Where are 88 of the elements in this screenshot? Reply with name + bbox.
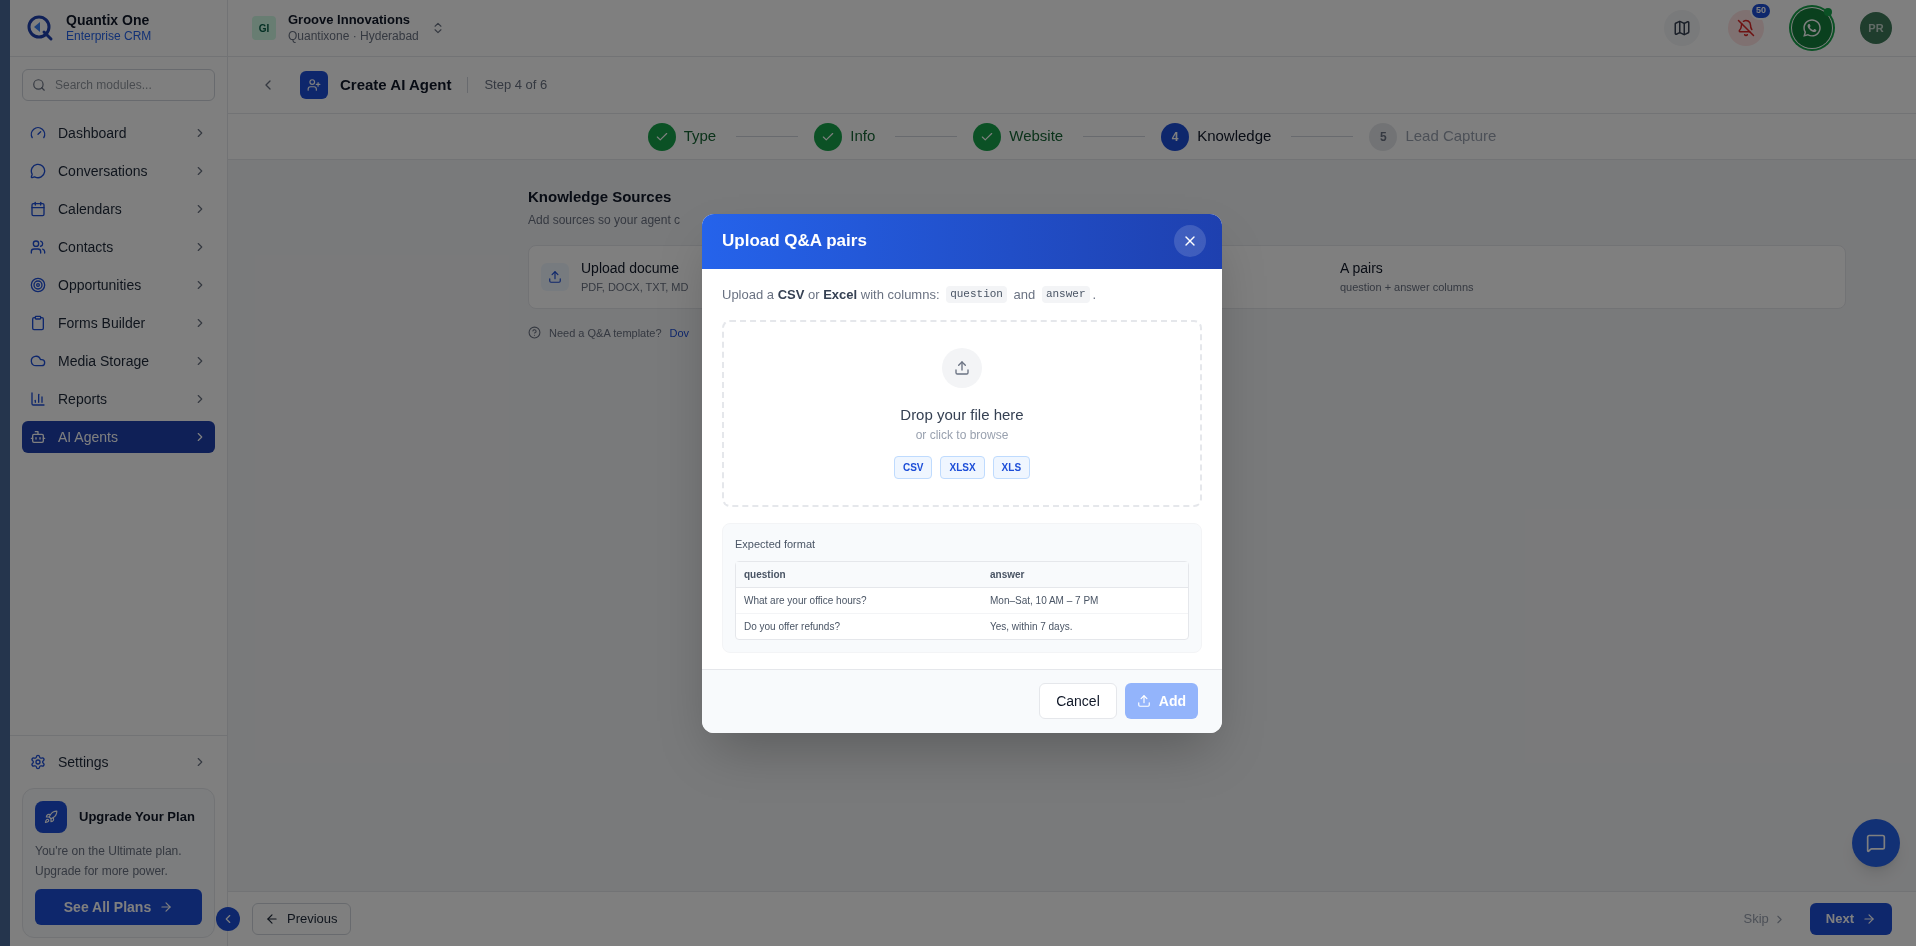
step-done-icon (973, 122, 1002, 151)
instruction-text: Upload a CSV or Excel with columns: (722, 285, 941, 304)
dialog-title: Upload Q&A pairs (722, 230, 867, 253)
table-cell-text: Do you offer refunds? (743, 619, 841, 634)
settings-icon (30, 754, 46, 770)
card-text: PDF, DOCX, TXT, MD (581, 279, 689, 295)
format-tag: XLS (992, 456, 1031, 480)
search-field[interactable]: Search modules... (22, 69, 215, 101)
format-tag: CSV (893, 456, 933, 480)
calendar-icon (30, 201, 46, 217)
sidebar-item[interactable]: Reports (22, 383, 215, 415)
agent-icon (300, 71, 328, 99)
previous-button[interactable]: Previous (252, 903, 351, 935)
step-counter: Step 4 of 6 (484, 76, 548, 95)
next-button[interactable]: Next (1809, 903, 1892, 935)
target-icon (30, 277, 46, 293)
upload-icon (942, 347, 982, 388)
drop-title: Drop your file here (900, 404, 1024, 425)
close-button[interactable] (1174, 225, 1206, 257)
column-name: question (946, 286, 1007, 303)
section-subtitle: Add sources so your agent c (528, 211, 682, 229)
arrow-right-icon (159, 900, 174, 914)
sidebar-item[interactable]: Calendars (22, 193, 215, 225)
upgrade-title: Upgrade Your Plan (79, 808, 195, 827)
notification-count: 50 (1750, 2, 1772, 20)
column-header: answer (989, 567, 1026, 582)
bar-chart-icon (30, 391, 46, 407)
step-number: 4 (1161, 122, 1190, 151)
table-cell-text: Yes, within 7 days. (989, 619, 1074, 634)
step-label: Website (1009, 126, 1064, 147)
card-title: A pairs (1340, 258, 1384, 278)
step-number: 5 (1369, 122, 1398, 151)
column-header: question (743, 567, 787, 582)
logo-icon (26, 14, 54, 42)
upload-icon (541, 262, 569, 291)
sidebar-item[interactable]: Dashboard (22, 117, 215, 149)
brand-name: Quantix One (66, 11, 151, 30)
chat-button[interactable] (1852, 819, 1900, 867)
chat-icon (1866, 833, 1886, 853)
clipboard-icon (30, 315, 46, 331)
sidebar-item[interactable]: Opportunities (22, 269, 215, 301)
org-location: Quantixone · Hyderabad (288, 28, 419, 44)
format-title: Expected format (735, 537, 817, 552)
instruction-text: . (1092, 285, 1097, 304)
table-cell-text: What are your office hours? (743, 593, 868, 608)
sidebar-item[interactable]: Conversations (22, 155, 215, 187)
format-tag: XLSX (940, 456, 985, 480)
upgrade-text: You're on the Ultimate plan. Upgrade for more power. (35, 843, 183, 880)
chat-phone-icon (1802, 18, 1822, 38)
rocket-icon (35, 801, 67, 833)
cancel-button[interactable]: Cancel (1039, 683, 1117, 719)
step-done-icon (647, 122, 676, 151)
section-title: Knowledge Sources (528, 187, 673, 207)
drop-zone[interactable]: Drop your file here or click to browse CSV XLSX XLS (722, 320, 1202, 507)
card-title: Upload docume (581, 258, 681, 278)
brand-subtitle: Enterprise CRM (66, 29, 152, 45)
help-icon (528, 326, 541, 340)
card-text: question + answer columns (1340, 279, 1474, 295)
step-done-icon (814, 122, 843, 151)
table-cell-text: Mon–Sat, 10 AM – 7 PM (989, 593, 1100, 608)
chat-bubble-icon (30, 163, 46, 179)
org-name: Groove Innovations (288, 12, 412, 29)
whatsapp-button[interactable] (1792, 8, 1832, 48)
sidebar-item[interactable]: Contacts (22, 231, 215, 263)
org-badge: GI (252, 16, 276, 40)
search-icon (32, 78, 46, 92)
step-label: Info (850, 126, 876, 147)
settings-item[interactable]: Settings (22, 744, 215, 780)
instruction-text: and (1012, 285, 1037, 304)
upload-icon (1136, 694, 1151, 708)
gauge-icon (30, 125, 46, 141)
step-label: Knowledge (1197, 126, 1272, 147)
column-name: answer (1041, 286, 1090, 303)
template-hint: Need a Q&A template? (549, 325, 662, 341)
cloud-icon (30, 353, 46, 369)
step-label: Type (683, 126, 717, 147)
download-link[interactable]: Dov (669, 324, 690, 341)
see-all-plans-button[interactable]: See All Plans (35, 889, 202, 925)
page-title: Create AI Agent (340, 74, 452, 95)
sidebar-item[interactable]: Forms Builder (22, 307, 215, 339)
users-icon (30, 239, 46, 255)
map-icon (1673, 19, 1691, 37)
map-button[interactable] (1664, 10, 1700, 46)
sidebar-item[interactable]: AI Agents (22, 421, 215, 453)
bell-off-icon (1737, 19, 1755, 37)
sidebar-item[interactable]: Media Storage (22, 345, 215, 377)
robot-icon (30, 429, 46, 445)
drop-subtitle: or click to browse (915, 427, 1009, 445)
